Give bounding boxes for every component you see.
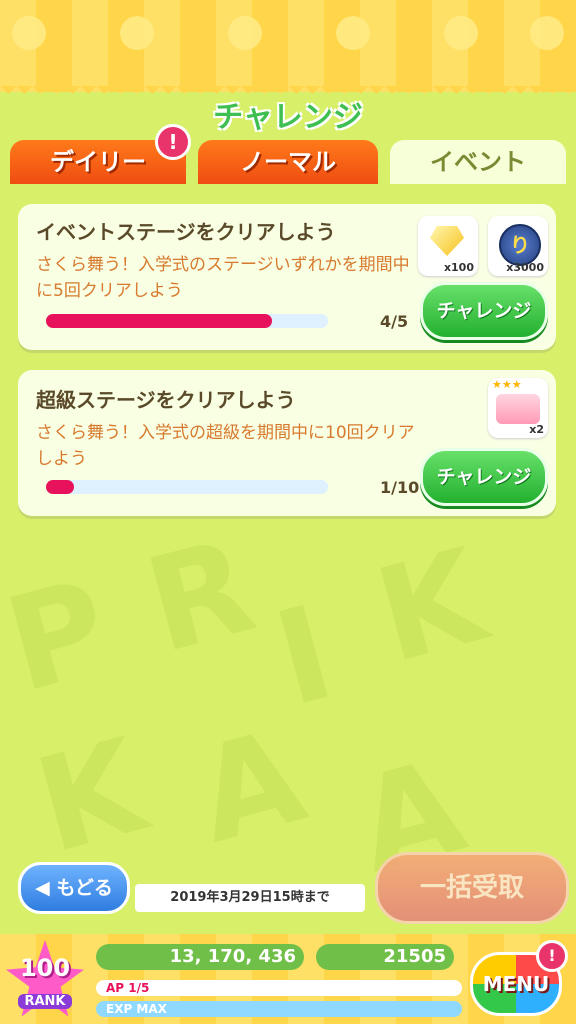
reward-coin: り x3000 (488, 216, 548, 276)
gem-icon (430, 226, 464, 256)
ticket-icon (496, 394, 540, 424)
menu-alert-badge: ! (536, 940, 568, 972)
sun-decoration (12, 16, 46, 50)
challenge-button[interactable]: チャレンジ (420, 282, 548, 340)
progress-fill (46, 480, 75, 494)
star-rating-icon: ★★★ (492, 378, 522, 391)
challenge-button[interactable]: チャレンジ (420, 448, 548, 506)
sun-decoration (444, 16, 478, 50)
reward-gem: x100 (418, 216, 478, 276)
coin-balance: 13, 170, 436 (96, 944, 304, 970)
back-button[interactable]: ◀ もどる (18, 862, 130, 914)
ap-gauge: AP 1/5 (96, 980, 462, 996)
tab-normal-label: ノーマル (240, 148, 336, 176)
bulk-receive-button[interactable]: 一括受取 (375, 852, 569, 924)
mission-description: さくら舞う！入学式のステージいずれかを期間中に5回クリアしよう (36, 255, 410, 301)
reward-quantity: x100 (443, 261, 474, 274)
top-banner (0, 0, 576, 92)
rank-value: 100 (19, 954, 71, 982)
exp-gauge: EXP MAX (96, 1001, 462, 1017)
page-title: チャレンジ (213, 100, 363, 135)
mission-panel: イベントステージをクリアしよう さくら舞う！入学式のステージいずれかを期間中に5… (8, 182, 568, 922)
mission-progress-count: 4/5 (380, 312, 409, 331)
gem-balance-value: 21505 (383, 946, 446, 967)
sun-decoration (120, 16, 154, 50)
coin-balance-value: 13, 170, 436 (169, 946, 296, 967)
tab-normal[interactable]: ノーマル (198, 140, 378, 184)
coin-icon: り (499, 224, 541, 266)
reward-quantity: x2 (529, 423, 544, 436)
sun-decoration (530, 16, 564, 50)
mission-progress-bar (46, 314, 328, 328)
tab-daily-label: デイリー (50, 148, 146, 176)
tab-event-label: イベント (430, 148, 526, 176)
mission-progress-count: 1/10 (380, 478, 420, 497)
tab-event[interactable]: イベント (390, 140, 566, 184)
rank-badge[interactable]: 100 RANK (6, 940, 84, 1022)
mission-title: 超級ステージをクリアしよう (36, 388, 296, 412)
rank-label: RANK (18, 994, 72, 1009)
tab-daily-alert-badge: ! (155, 124, 191, 160)
reward-ticket: ★★★ x2 (488, 378, 548, 438)
back-button-label: もどる (56, 877, 113, 899)
mission-card: イベントステージをクリアしよう さくら舞う！入学式のステージいずれかを期間中に5… (18, 204, 556, 350)
mission-progress-bar (46, 480, 328, 494)
mission-card: 超級ステージをクリアしよう さくら舞う！入学式の超級を期間中に10回クリアしよう… (18, 370, 556, 516)
mission-title: イベントステージをクリアしよう (36, 220, 336, 244)
sun-decoration (228, 16, 262, 50)
reward-quantity: x3000 (506, 261, 544, 274)
mission-description: さくら舞う！入学式の超級を期間中に10回クリアしよう (36, 423, 415, 469)
gem-balance: 21505 (316, 944, 454, 970)
sun-decoration (336, 16, 370, 50)
progress-fill (46, 314, 272, 328)
back-arrow-icon: ◀ (35, 877, 50, 899)
deadline-label: 2019年3月29日15時まで (135, 884, 365, 912)
